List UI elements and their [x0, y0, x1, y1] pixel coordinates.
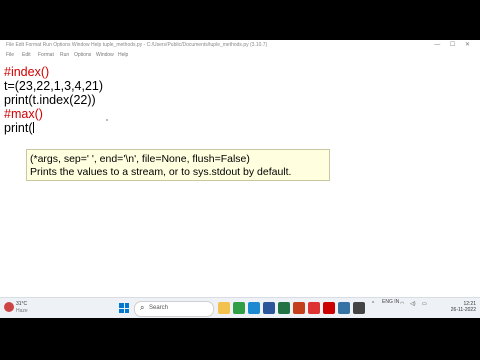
wifi-icon[interactable]: ◠ [400, 301, 404, 307]
mouse-pointer-dot [106, 119, 108, 121]
menu-window[interactable]: Window [96, 52, 114, 58]
search-icon: ⌕ [140, 303, 145, 312]
file-explorer-icon[interactable] [218, 302, 230, 314]
excel-icon[interactable] [278, 302, 290, 314]
app-l-icon[interactable] [308, 302, 320, 314]
title-bar: File Edit Format Run Options Window Help… [0, 40, 480, 51]
weather-icon [4, 302, 14, 312]
search-label: Search [149, 305, 169, 311]
taskbar: 31°C Haze ⌕ Search ^ ENG IN ◠ ◁) ▭ 12:21… [0, 297, 480, 318]
code-line-2[interactable]: t=(23,22,1,3,4,21) [4, 79, 103, 93]
weather-temp: 31°C [16, 301, 28, 307]
battery-icon[interactable]: ▭ [422, 301, 427, 307]
tray-chevron-icon[interactable]: ^ [372, 301, 374, 307]
edge-icon[interactable] [248, 302, 260, 314]
window-title: File Edit Format Run Options Window Help… [6, 42, 268, 48]
calltip-popup: (*args, sep=' ', end='\n', file=None, fl… [26, 149, 330, 181]
weather-widget[interactable]: 31°C Haze [4, 301, 44, 315]
menu-bar: File Edit Format Run Options Window Help [0, 51, 480, 60]
powerpoint-icon[interactable] [293, 302, 305, 314]
code-line-5-text: print( [4, 121, 33, 135]
code-editor[interactable]: #index() t=(23,22,1,3,4,21) print(t.inde… [0, 61, 480, 297]
start-button[interactable] [118, 301, 130, 315]
calltip-signature: (*args, sep=' ', end='\n', file=None, fl… [30, 153, 250, 165]
code-line-3[interactable]: print(t.index(22)) [4, 93, 96, 107]
menu-options[interactable]: Options [74, 52, 91, 58]
menu-format[interactable]: Format [38, 52, 54, 58]
desktop-screen: File Edit Format Run Options Window Help… [0, 40, 480, 318]
taskbar-search[interactable]: ⌕ Search [134, 301, 214, 317]
weather-desc: Haze [16, 308, 28, 314]
system-clock[interactable]: 12:21 26-11-2022 [451, 301, 476, 313]
app-extra-icon[interactable] [353, 302, 365, 314]
python-icon[interactable] [338, 302, 350, 314]
text-cursor [33, 122, 35, 133]
menu-help[interactable]: Help [118, 52, 128, 58]
word-icon[interactable] [263, 302, 275, 314]
code-line-4[interactable]: #max() [4, 107, 43, 121]
menu-run[interactable]: Run [60, 52, 69, 58]
chrome-icon[interactable] [233, 302, 245, 314]
menu-edit[interactable]: Edit [22, 52, 31, 58]
language-indicator[interactable]: ENG IN [382, 299, 399, 305]
windows-logo-icon [119, 303, 129, 313]
menu-file[interactable]: File [6, 52, 14, 58]
code-line-1[interactable]: #index() [4, 65, 49, 79]
clock-date: 26-11-2022 [450, 307, 476, 313]
calltip-description: Prints the values to a stream, or to sys… [30, 166, 292, 178]
code-line-5[interactable]: print( [4, 121, 35, 135]
mcafee-icon[interactable] [323, 302, 335, 314]
window-controls[interactable]: — ☐ ✕ [434, 41, 474, 48]
volume-icon[interactable]: ◁) [410, 301, 416, 307]
